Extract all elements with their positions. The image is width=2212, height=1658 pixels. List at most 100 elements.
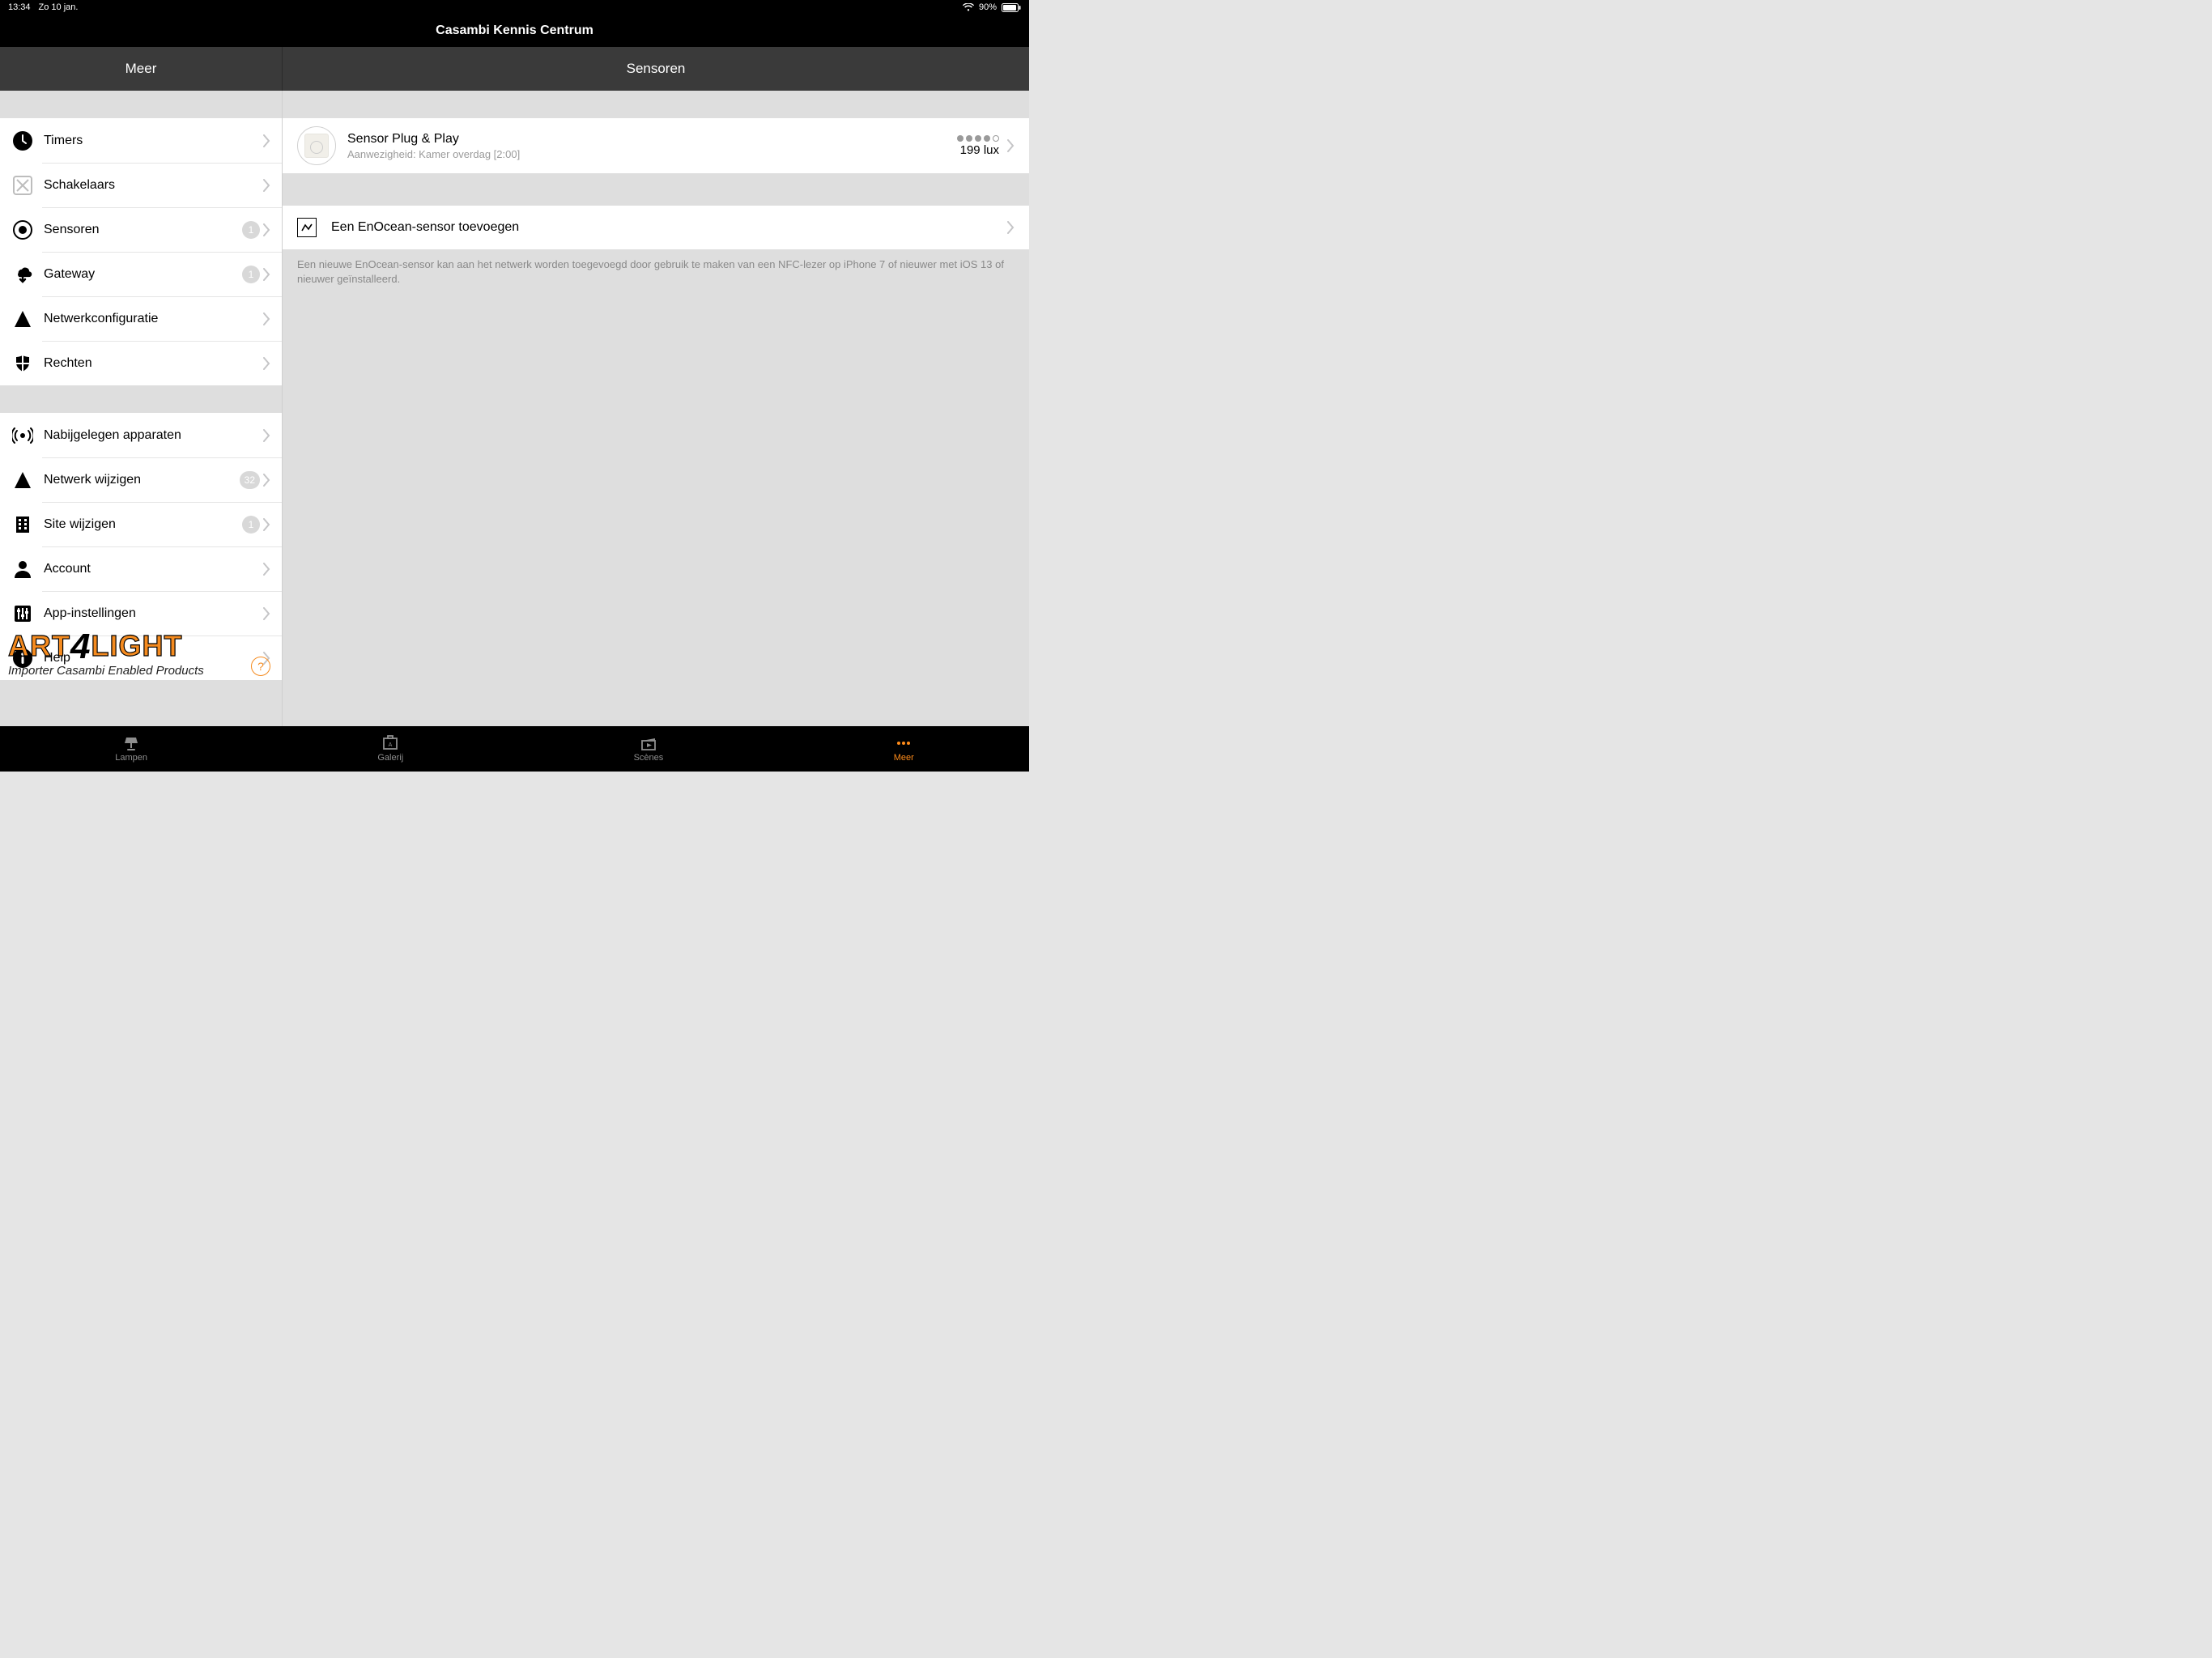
sidebar-item-timers[interactable]: Timers xyxy=(0,118,282,163)
sidebar-item-schakelaars[interactable]: Schakelaars xyxy=(0,163,282,207)
sidebar-item-netwerkconfiguratie[interactable]: Netwerkconfiguratie xyxy=(0,296,282,341)
signal-dot xyxy=(984,135,990,142)
chevron-right-icon xyxy=(263,179,270,192)
chevron-right-icon xyxy=(263,518,270,531)
chevron-right-icon xyxy=(263,474,270,487)
add-enocean-row[interactable]: Een EnOcean-sensor toevoegen xyxy=(283,206,1029,249)
chevron-right-icon xyxy=(263,134,270,147)
badge: 32 xyxy=(240,471,260,489)
brand-logo: ART4LIGHT xyxy=(8,627,204,662)
main-header: Sensoren xyxy=(283,47,1029,91)
chevron-right-icon xyxy=(263,312,270,325)
help-text: Een nieuwe EnOcean-sensor kan aan het ne… xyxy=(283,249,1029,294)
clapper-icon xyxy=(640,735,657,751)
triangle-icon xyxy=(11,469,34,491)
tab-bar: Lampen A Galerij Scènes Meer xyxy=(0,726,1029,772)
badge: 1 xyxy=(242,266,260,283)
tab-galerij[interactable]: A Galerij xyxy=(377,735,403,763)
body: TimersSchakelaarsSensoren1Gateway1Netwer… xyxy=(0,91,1029,726)
sidebar-item-label: Netwerkconfiguratie xyxy=(44,312,263,326)
title-bar: Casambi Kennis Centrum xyxy=(0,15,1029,47)
cloud-arrow-icon xyxy=(11,263,34,286)
add-enocean-label: Een EnOcean-sensor toevoegen xyxy=(331,220,1007,235)
app-root: 13:34 Zo 10 jan. 90% Casambi Kennis Cent… xyxy=(0,0,1029,772)
tab-label: Galerij xyxy=(377,753,403,763)
brand-light: LIGHT xyxy=(91,629,182,662)
sidebar-item-account[interactable]: Account xyxy=(0,546,282,591)
chevron-right-icon xyxy=(263,357,270,370)
tab-scènes[interactable]: Scènes xyxy=(634,735,664,763)
sidebar-item-label: Timers xyxy=(44,134,263,148)
sidebar-item-label: Rechten xyxy=(44,356,263,371)
chevron-right-icon xyxy=(263,429,270,442)
sidebar-item-nabijgelegen-apparaten[interactable]: Nabijgelegen apparaten xyxy=(0,413,282,457)
chevron-right-icon xyxy=(263,223,270,236)
signal-dot xyxy=(975,135,981,142)
signal-dot xyxy=(957,135,963,142)
chevron-right-icon xyxy=(263,268,270,281)
main-panel: Sensor Plug & Play Aanwezigheid: Kamer o… xyxy=(283,91,1029,726)
badge: 1 xyxy=(242,516,260,534)
chevron-right-icon xyxy=(263,563,270,576)
sidebar-item-label: Nabijgelegen apparaten xyxy=(44,428,263,443)
sidebar-item-label: App-instellingen xyxy=(44,606,263,621)
sidebar-item-rechten[interactable]: Rechten xyxy=(0,341,282,385)
person-icon xyxy=(11,558,34,580)
sensor-thumb xyxy=(297,126,336,165)
status-time: 13:34 xyxy=(8,2,31,12)
brand-overlay: ART4LIGHT Importer Casambi Enabled Produ… xyxy=(8,627,204,678)
switch-icon xyxy=(11,174,34,197)
sensor-lux: 199 lux xyxy=(957,143,999,157)
sidebar-item-site-wijzigen[interactable]: Site wijzigen1 xyxy=(0,502,282,546)
sliders-icon xyxy=(11,602,34,625)
status-bar: 13:34 Zo 10 jan. 90% xyxy=(0,0,1029,15)
tab-meer[interactable]: Meer xyxy=(894,735,914,763)
lamp-icon xyxy=(123,735,139,751)
sidebar-item-label: Site wijzigen xyxy=(44,517,242,532)
column-headers: Meer Sensoren xyxy=(0,47,1029,91)
sidebar-item-gateway[interactable]: Gateway1 xyxy=(0,252,282,296)
help-icon[interactable]: ? xyxy=(251,657,270,676)
sidebar-item-sensoren[interactable]: Sensoren1 xyxy=(0,207,282,252)
building-icon xyxy=(11,513,34,536)
tab-label: Lampen xyxy=(115,753,147,763)
svg-text:A: A xyxy=(389,742,393,748)
gallery-icon: A xyxy=(382,735,398,751)
chevron-right-icon xyxy=(1007,221,1015,234)
status-battery-pct: 90% xyxy=(979,2,997,12)
sidebar-item-label: Schakelaars xyxy=(44,178,263,193)
sensor-title: Sensor Plug & Play xyxy=(347,132,957,147)
brand-art: ART xyxy=(8,629,70,662)
brand-four: 4 xyxy=(70,627,91,666)
signal-dot xyxy=(993,135,999,142)
section-gap xyxy=(283,173,1029,206)
brand-tagline: Importer Casambi Enabled Products xyxy=(8,664,204,678)
section-gap xyxy=(0,385,282,413)
sensor-subtitle: Aanwezigheid: Kamer overdag [2:00] xyxy=(347,148,957,160)
chevron-right-icon xyxy=(263,607,270,620)
target-icon xyxy=(11,219,34,241)
shield-icon xyxy=(11,352,34,375)
signal-strength xyxy=(957,135,999,142)
section-gap xyxy=(0,91,282,118)
sidebar-item-netwerk-wijzigen[interactable]: Netwerk wijzigen32 xyxy=(0,457,282,502)
clock-icon xyxy=(11,130,34,152)
sidebar-item-label: Sensoren xyxy=(44,223,242,237)
sidebar-item-label: Gateway xyxy=(44,267,242,282)
enocean-icon xyxy=(297,218,317,237)
sidebar-header: Meer xyxy=(0,47,283,91)
wifi-icon xyxy=(963,3,974,11)
sensor-row[interactable]: Sensor Plug & Play Aanwezigheid: Kamer o… xyxy=(283,118,1029,173)
tab-label: Scènes xyxy=(634,753,664,763)
tab-lampen[interactable]: Lampen xyxy=(115,735,147,763)
status-date: Zo 10 jan. xyxy=(39,2,79,12)
battery-icon xyxy=(1002,3,1021,12)
app-title: Casambi Kennis Centrum xyxy=(436,23,593,38)
signal-dot xyxy=(966,135,972,142)
triangle-icon xyxy=(11,308,34,330)
more-icon xyxy=(895,735,912,751)
section-gap xyxy=(283,91,1029,118)
sidebar: TimersSchakelaarsSensoren1Gateway1Netwer… xyxy=(0,91,283,726)
sidebar-item-label: Account xyxy=(44,562,263,576)
sidebar-item-label: Netwerk wijzigen xyxy=(44,473,240,487)
